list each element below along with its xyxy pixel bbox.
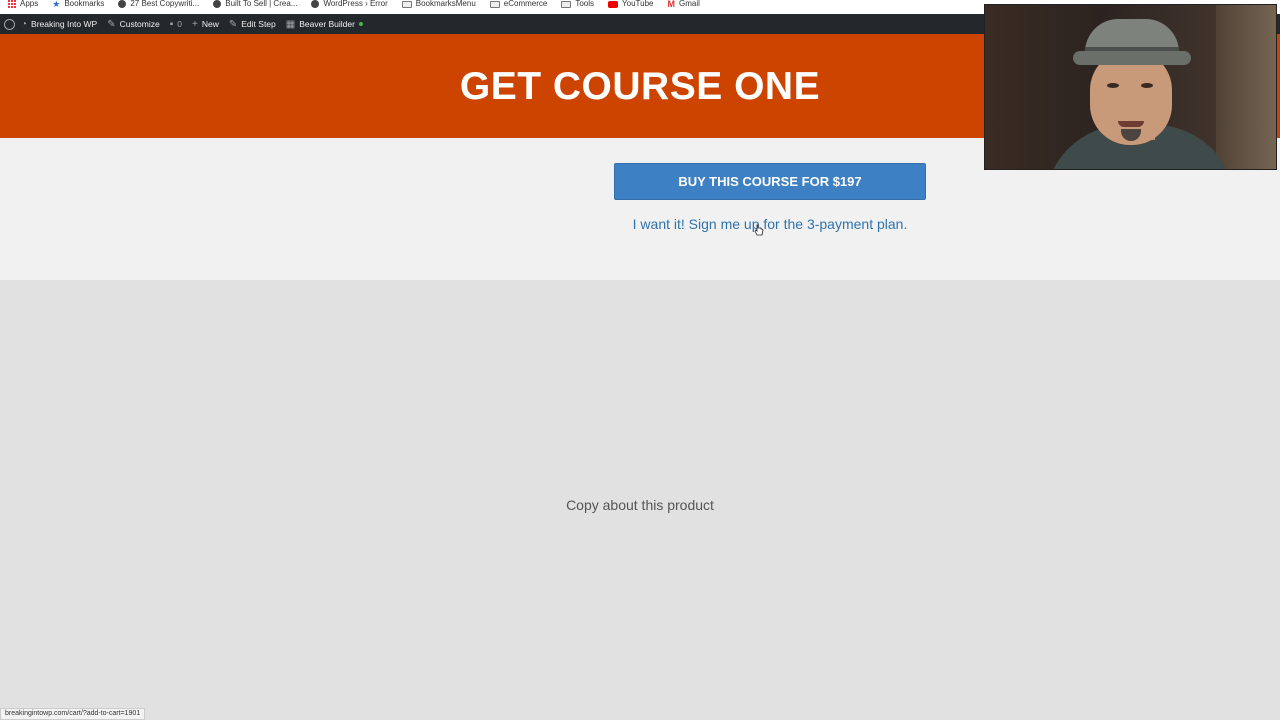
bookmark-built-to-sell[interactable]: Built To Sell | Crea... (213, 0, 297, 8)
bookmark-ecommerce[interactable]: eCommerce (489, 0, 548, 8)
admin-beaver-builder[interactable]: ▦ Beaver Builder (286, 19, 363, 30)
buy-course-button[interactable]: BUY THIS COURSE FOR $197 (614, 163, 926, 200)
bookmark-label: WordPress › Error (323, 0, 388, 8)
bookmark-label: Built To Sell | Crea... (225, 0, 298, 8)
bookmark-label: YouTube (622, 0, 654, 8)
hand-cursor-icon (754, 224, 764, 236)
admin-comments[interactable]: ▪ 0 (170, 19, 182, 30)
bookmark-youtube[interactable]: YouTube (608, 0, 653, 8)
bookmark-label: Bookmarks (64, 0, 105, 8)
globe-icon (118, 0, 127, 8)
folder-icon (401, 0, 412, 8)
bookmark-label: 27 Best Copywriti... (130, 0, 200, 8)
gmail-icon: M (667, 0, 675, 9)
payment-plan-link[interactable]: I want it! Sign me up for the 3-payment … (614, 216, 926, 232)
bookmark-bookmarks[interactable]: ★ Bookmarks (52, 0, 105, 9)
admin-customize-label: Customize (119, 19, 160, 29)
status-dot-icon (358, 22, 363, 26)
bookmark-label: Tools (575, 0, 595, 8)
admin-site-name[interactable]: ◔ Breaking Into WP (21, 19, 97, 30)
folder-icon (561, 0, 572, 8)
bookmark-copywriting[interactable]: 27 Best Copywriti... (118, 0, 199, 8)
product-copy-section: Copy about this product (0, 280, 1280, 720)
status-bar-url: breakingintowp.com/cart/?add-to-cart=190… (0, 708, 146, 720)
star-icon: ★ (52, 0, 61, 9)
admin-customize[interactable]: ✎ Customize (107, 19, 160, 30)
bookmark-apps[interactable]: Apps (8, 0, 38, 8)
webcam-overlay (984, 4, 1277, 170)
hat-icon (213, 0, 222, 8)
paintbrush-icon: ✎ (107, 18, 116, 30)
dashboard-icon: ◔ (21, 18, 28, 30)
page-title: GET COURSE ONE (459, 65, 821, 108)
comments-count: 0 (177, 19, 183, 29)
comment-icon: ▪ (169, 18, 174, 30)
bookmark-label: Gmail (678, 0, 700, 8)
folder-icon (489, 0, 500, 8)
plus-icon: + (192, 18, 198, 30)
bookmark-label: Apps (20, 0, 39, 8)
bookmark-label: eCommerce (503, 0, 548, 8)
youtube-icon (608, 0, 619, 8)
admin-edit-step[interactable]: ✎ Edit Step (229, 19, 276, 30)
wordpress-logo-icon[interactable] (4, 18, 15, 30)
layout-icon: ▦ (285, 18, 296, 30)
bookmark-wordpress-error[interactable]: WordPress › Error (311, 0, 388, 8)
apps-grid-icon (8, 0, 16, 8)
bookmark-label: BookmarksMenu (415, 0, 476, 8)
admin-new[interactable]: + New (192, 19, 219, 30)
product-copy-text: Copy about this product (566, 497, 714, 513)
bookmark-bookmarksmenu[interactable]: BookmarksMenu (401, 0, 476, 8)
admin-site-name-label: Breaking Into WP (31, 19, 98, 29)
pencil-icon: ✎ (228, 18, 238, 30)
admin-edit-step-label: Edit Step (241, 19, 276, 29)
admin-new-label: New (201, 19, 219, 29)
globe-icon (311, 0, 320, 8)
admin-beaver-builder-label: Beaver Builder (299, 19, 355, 29)
bookmark-gmail[interactable]: M Gmail (667, 0, 700, 9)
bookmark-tools[interactable]: Tools (561, 0, 594, 8)
